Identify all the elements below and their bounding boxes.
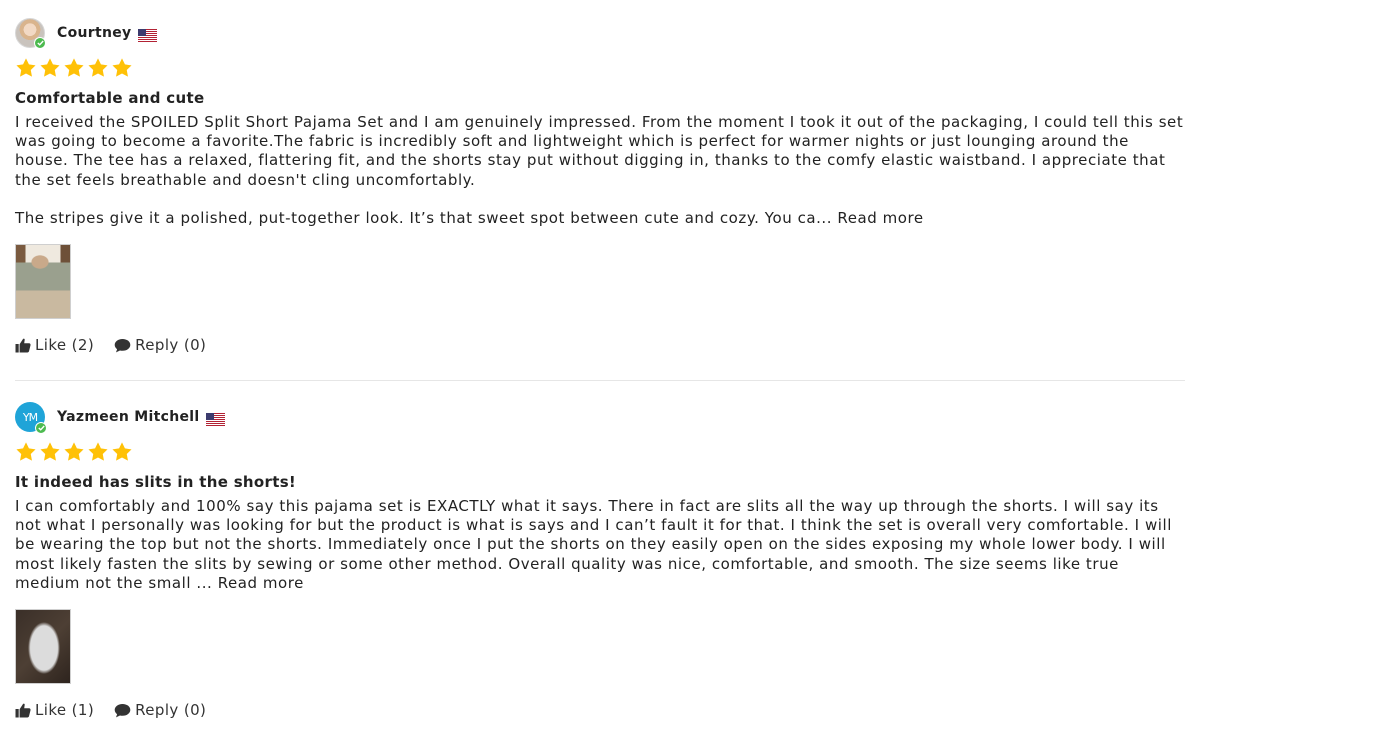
star-icon	[16, 442, 36, 461]
avatar-initials: YM	[22, 410, 38, 424]
review-header: YM Yazmeen Mitchell	[15, 402, 1185, 434]
us-flag-icon	[138, 27, 158, 42]
verified-check-icon	[34, 37, 46, 49]
star-icon	[16, 58, 36, 77]
review-paragraph: The stripes give it a polished, put-toge…	[15, 209, 1185, 228]
reply-label: Reply (0)	[135, 336, 207, 355]
like-button[interactable]: Like (2)	[15, 336, 94, 354]
reply-label: Reply (0)	[135, 701, 207, 720]
speech-bubble-icon	[114, 703, 131, 717]
verified-check-icon	[35, 422, 47, 434]
review-card: Courtney Comfortable and cute I received…	[15, 0, 1185, 381]
reviewer-name[interactable]: Yazmeen Mitchell	[57, 409, 199, 425]
review-paragraph: I can comfortably and 100% say this paja…	[15, 497, 1185, 593]
reply-button[interactable]: Reply (0)	[114, 701, 206, 719]
like-label: Like (1)	[35, 701, 95, 720]
reviewer-avatar[interactable]	[15, 18, 46, 49]
star-icon	[88, 442, 108, 461]
review-actions: Like (1) Reply (0)	[15, 701, 1185, 719]
review-actions: Like (2) Reply (0)	[15, 336, 1185, 354]
review-paragraph: I received the SPOILED Split Short Pajam…	[15, 113, 1184, 189]
speech-bubble-icon	[114, 338, 131, 352]
star-icon	[64, 442, 84, 461]
thumbs-up-icon	[15, 703, 31, 718]
review-excerpt: The stripes give it a polished, put-toge…	[15, 208, 838, 227]
review-header: Courtney	[15, 18, 1185, 49]
star-rating	[15, 441, 1185, 463]
review-title: It indeed has slits in the shorts!	[15, 473, 297, 491]
star-icon	[112, 58, 132, 77]
star-icon	[88, 58, 108, 77]
reviews-list: Courtney Comfortable and cute I received…	[15, 0, 1185, 719]
read-more-link[interactable]: Read more	[837, 209, 923, 227]
like-label: Like (2)	[35, 336, 95, 355]
review-card: YM Yazmeen Mitchell It indeed has slits …	[15, 381, 1185, 719]
reviewer-avatar[interactable]: YM	[15, 402, 47, 434]
read-more-link[interactable]: Read more	[218, 574, 304, 592]
us-flag-icon	[206, 411, 226, 426]
review-title: Comfortable and cute	[15, 89, 205, 107]
star-icon	[40, 58, 60, 77]
reviewer-name[interactable]: Courtney	[57, 25, 131, 41]
review-photo-thumbnail[interactable]	[15, 609, 71, 685]
review-excerpt: I can comfortably and 100% say this paja…	[15, 497, 1172, 592]
review-body: I can comfortably and 100% say this paja…	[15, 497, 1185, 593]
thumbs-up-icon	[15, 338, 31, 353]
star-icon	[112, 442, 132, 461]
like-button[interactable]: Like (1)	[15, 701, 94, 719]
reply-button[interactable]: Reply (0)	[114, 336, 206, 354]
star-icon	[64, 58, 84, 77]
star-icon	[40, 442, 60, 461]
review-body: I received the SPOILED Split Short Pajam…	[15, 113, 1185, 228]
review-photo-thumbnail[interactable]	[15, 244, 71, 320]
star-rating	[15, 57, 1185, 79]
